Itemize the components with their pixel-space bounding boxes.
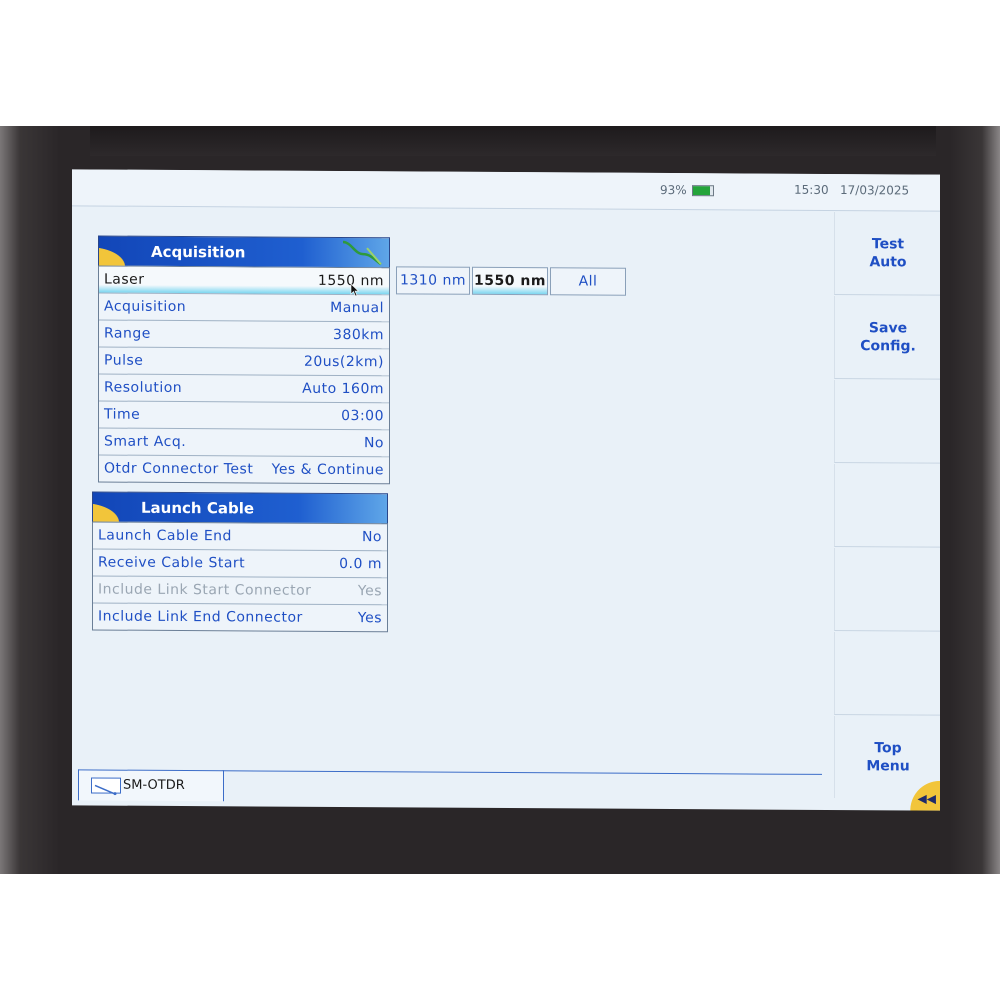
row-value: Manual	[330, 299, 384, 317]
row-label: Pulse	[104, 352, 144, 369]
lc-row-launch-cable-end[interactable]: Launch Cable End No	[93, 522, 387, 552]
acquisition-panel: Laser 1550 nm Acquisition Manual Range 3…	[98, 265, 390, 485]
battery-percent: 93%	[660, 182, 687, 198]
row-label: Include Link Start Connector	[98, 581, 312, 599]
row-value: 380km	[333, 326, 384, 344]
launch-cable-header: Launch Cable	[92, 491, 388, 526]
acquisition-title: Acquisition	[151, 242, 246, 262]
row-label: Time	[104, 406, 141, 423]
softkey-empty-3[interactable]	[834, 380, 940, 464]
row-label: Launch Cable End	[98, 527, 232, 545]
acq-row-connector-test[interactable]: Otdr Connector Test Yes & Continue	[99, 456, 389, 484]
test-auto-button[interactable]: Test Auto	[834, 212, 940, 296]
header-swoosh-icon	[92, 492, 139, 523]
clock-date: 17/03/2025	[840, 183, 910, 198]
softkey-label: Top	[874, 740, 902, 757]
row-label: Receive Cable Start	[98, 554, 246, 572]
otdr-screen: 93% 15:30 17/03/2025 Acquisition Laser 1…	[72, 169, 940, 811]
softkey-label: Save	[868, 320, 908, 337]
row-label: Resolution	[104, 379, 183, 397]
row-value: 0.0 m	[339, 555, 382, 573]
lc-row-include-link-end[interactable]: Include Link End Connector Yes	[93, 603, 387, 631]
laser-option-1310[interactable]: 1310 nm	[396, 266, 470, 295]
row-value: Yes	[357, 583, 382, 600]
acq-row-laser[interactable]: Laser 1550 nm	[99, 266, 389, 296]
row-label: Range	[104, 325, 151, 342]
softkey-column: Test Auto Save Config. Top Menu	[834, 212, 940, 799]
save-config-button[interactable]: Save Config.	[834, 296, 940, 380]
battery-icon	[692, 185, 714, 197]
row-label: Otdr Connector Test	[104, 460, 254, 478]
clock-time: 15:30	[794, 182, 829, 197]
lc-row-receive-cable-start[interactable]: Receive Cable Start 0.0 m	[93, 549, 387, 579]
row-label: Smart Acq.	[104, 433, 187, 451]
laser-option-all[interactable]: All	[550, 267, 626, 296]
row-value: 20us(2km)	[303, 353, 384, 371]
mouse-cursor-icon	[350, 283, 360, 297]
acquisition-header: Acquisition	[98, 235, 390, 270]
launch-cable-title: Launch Cable	[141, 498, 255, 518]
row-value: 03:00	[341, 407, 384, 425]
softkey-label: Test	[871, 236, 905, 253]
rewind-back-icon[interactable]: ◀◀	[906, 780, 940, 811]
laser-option-1550[interactable]: 1550 nm	[472, 266, 548, 296]
softkey-label: Config.	[860, 338, 916, 355]
row-label: Acquisition	[104, 298, 187, 316]
row-value: Yes	[357, 610, 382, 627]
launch-cable-panel: Launch Cable End No Receive Cable Start …	[92, 521, 388, 633]
softkey-empty-4[interactable]	[834, 464, 940, 548]
tab-sm-otdr[interactable]: SM-OTDR	[78, 769, 224, 802]
row-value: Auto 160m	[302, 380, 384, 398]
acq-row-smart-acq[interactable]: Smart Acq. No	[99, 428, 389, 458]
softkey-label: Auto	[869, 254, 907, 271]
otdr-module-icon	[91, 777, 121, 796]
otdr-trace-icon	[342, 240, 382, 266]
row-value: Yes & Continue	[271, 461, 384, 479]
row-value: No	[363, 435, 384, 452]
lc-row-include-link-start: Include Link Start Connector Yes	[93, 576, 387, 606]
softkey-label: Menu	[866, 758, 910, 775]
row-label: Include Link End Connector	[98, 608, 303, 626]
bezel-top	[0, 126, 1000, 156]
acq-row-range[interactable]: Range 380km	[99, 320, 389, 350]
row-label: Laser	[104, 271, 145, 288]
softkey-empty-5[interactable]	[834, 548, 940, 632]
bezel-right	[936, 126, 1000, 874]
acq-row-pulse[interactable]: Pulse 20us(2km)	[99, 347, 389, 377]
row-value: No	[361, 529, 382, 546]
tab-label: SM-OTDR	[123, 777, 185, 794]
header-swoosh-icon	[98, 236, 145, 267]
status-bar: 93% 15:30 17/03/2025	[72, 169, 940, 212]
softkey-empty-6[interactable]	[834, 632, 940, 716]
acq-row-acquisition[interactable]: Acquisition Manual	[99, 293, 389, 323]
acq-row-time[interactable]: Time 03:00	[99, 401, 389, 431]
tab-baseline	[222, 770, 822, 775]
acq-row-resolution[interactable]: Resolution Auto 160m	[99, 374, 389, 404]
